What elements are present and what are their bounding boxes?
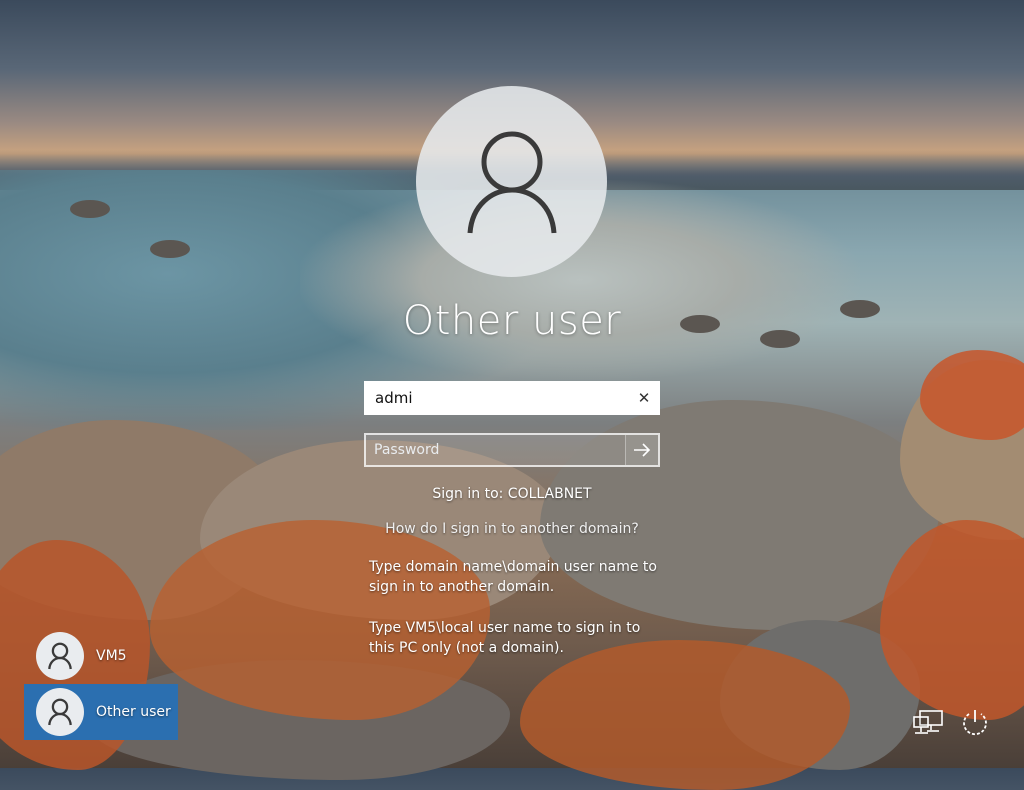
close-icon: ✕ <box>637 389 651 407</box>
arrow-right-icon <box>634 443 651 457</box>
power-icon <box>963 710 987 736</box>
user-icon <box>48 698 72 726</box>
user-icon <box>48 642 72 670</box>
user-tile-vm5[interactable]: VM5 <box>24 628 178 684</box>
user-avatar-large <box>416 86 607 277</box>
password-field-container <box>364 433 660 467</box>
user-tile-label: VM5 <box>96 648 127 664</box>
username-field-container: ✕ <box>364 381 660 415</box>
user-tile-label: Other user <box>96 704 171 720</box>
password-input[interactable] <box>366 435 625 465</box>
username-input[interactable] <box>365 383 629 413</box>
avatar <box>36 632 84 680</box>
submit-button[interactable] <box>625 435 658 465</box>
clear-username-button[interactable]: ✕ <box>629 382 659 414</box>
user-tile-other-user[interactable]: Other user <box>24 684 178 740</box>
help-text-local: Type VM5\local user name to sign in to t… <box>369 620 641 656</box>
avatar <box>36 688 84 736</box>
network-button[interactable] <box>911 706 945 740</box>
user-icon <box>467 131 556 233</box>
network-icon <box>913 710 943 734</box>
other-domain-help-link[interactable]: How do I sign in to another domain? <box>312 521 712 537</box>
page-title: Other user <box>402 298 622 344</box>
help-text-domain: Type domain name\domain user name to sig… <box>369 559 657 595</box>
power-button[interactable] <box>958 706 992 740</box>
sign-in-domain-label: Sign in to: COLLABNET <box>432 486 592 502</box>
